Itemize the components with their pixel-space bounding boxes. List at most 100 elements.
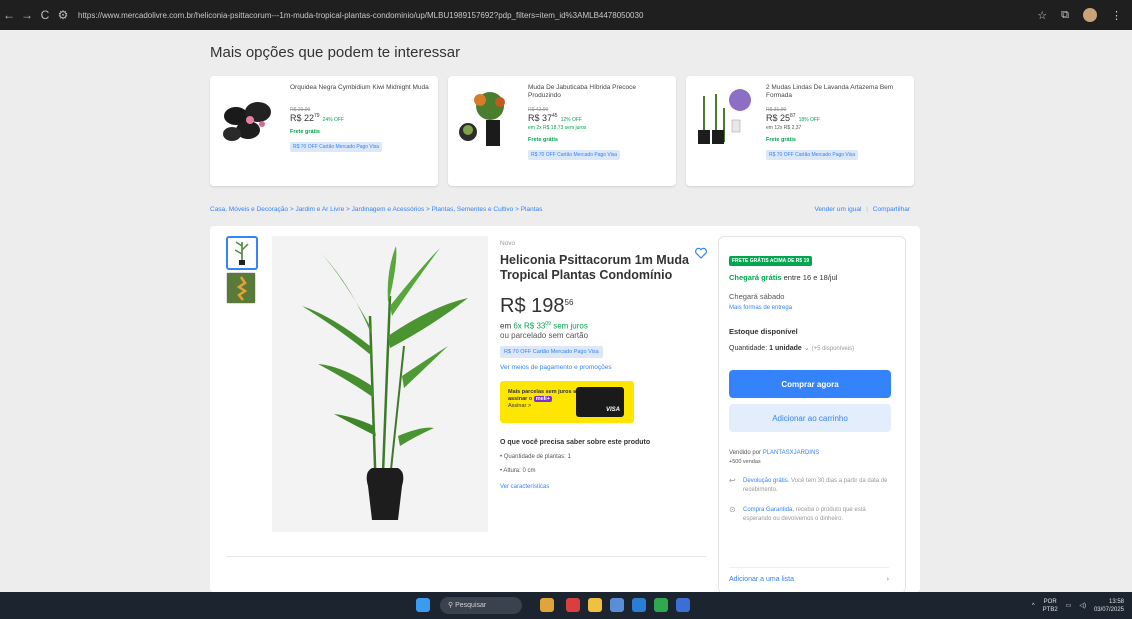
divider [226,556,706,557]
section-title: Mais opções que podem te interessar [210,44,461,61]
returns-policy: ↩ Devolução grátis. Você tem 30 dias a p… [729,476,895,494]
site-info-icon[interactable]: ⚙ [54,8,72,22]
rec-discount: 12% OFF [560,117,582,123]
language-indicator[interactable]: POR PTB2 [1043,598,1058,614]
rec-price-value: R$ 22 [290,113,315,123]
rec-title: 2 Mudas Lindas De Lavanda Artazema Bem F… [766,84,894,99]
characteristics-link[interactable]: Ver características [500,484,710,490]
app-icon-2[interactable] [676,598,690,612]
buy-now-button[interactable]: Comprar agora [729,370,891,398]
rec-price-cents: 45 [552,113,558,119]
quantity-label: Quantidade: [729,345,768,352]
jabuticaba-image [456,86,516,150]
banner-link[interactable]: Assinar > [508,403,531,409]
favorite-heart-icon[interactable] [694,246,708,260]
breadcrumb-actions: Vender um igual | Compartilhar [814,206,910,213]
time: 13:58 [1108,598,1124,605]
app-icon[interactable] [610,598,624,612]
rec-promo: R$ 70 OFF Cartão Mercado Pago Visa [290,142,383,152]
address-bar[interactable]: https://www.mercadolivre.com.br/heliconi… [78,11,798,20]
seller-link[interactable]: PLANTASXJARDINS [763,450,820,456]
orchid-image [218,86,278,150]
rec-price-value: R$ 25 [766,113,791,123]
product-image[interactable] [272,236,488,532]
clock[interactable]: 13:58 03/07/2025 [1094,598,1124,614]
rec-price-value: R$ 37 [528,113,553,123]
arrival-info: Chegará grátis entre 16 e 18/jul [729,273,895,282]
meli-plus-banner[interactable]: Mais parcelas sem juros ao assinar o mel… [500,380,634,423]
free-shipping-badge: FRETE GRÁTIS ACIMA DE R$ 19 [729,256,813,266]
card-promo[interactable]: R$ 70 OFF Cartão Mercado Pago Visa [500,345,603,358]
stock-label: Estoque disponível [729,327,798,336]
chrome-icon[interactable] [566,598,580,612]
sales-count: +500 vendas [729,459,761,465]
extensions-icon[interactable]: ⧉ [1061,9,1069,22]
profile-avatar[interactable] [1083,8,1097,22]
rec-shipping: Frete grátis [766,137,796,143]
reload-icon[interactable]: C [36,8,54,22]
store-icon[interactable] [632,598,646,612]
add-to-list[interactable]: Adicionar a uma lista › [729,567,889,583]
bookmark-star-icon[interactable]: ☆ [1037,9,1047,22]
rec-installment: em 12x R$ 2,37 [766,125,802,131]
arrival-saturday: Chegará sábado [729,292,785,301]
condition-label: Novo [500,240,516,247]
rec-price-cents: 87 [790,113,796,119]
rec-title: Orquidea Negra Cymbidium Kiwi Midnight M… [290,84,429,91]
installment-cents: 09 [545,321,551,327]
browser-toolbar: ← → C ⚙ https://www.mercadolivre.com.br/… [0,0,1132,30]
sell-similar-link[interactable]: Vender um igual [814,206,861,213]
keyboard-layout: PTB2 [1042,606,1058,613]
returns-link[interactable]: Devolução grátis. [743,478,789,484]
bullet-height: • Altura: 0 cm [500,467,536,474]
installment-prefix: em [500,321,512,331]
back-icon[interactable]: ← [0,8,18,22]
date: 03/07/2025 [1093,606,1124,613]
recommendation-card[interactable]: 2 Mudas Lindas De Lavanda Artazema Bem F… [686,76,914,186]
quantity-selector[interactable]: Quantidade: 1 unidade ⌄ (+5 disponíveis) [729,344,895,352]
guarantee-link[interactable]: Compra Garantida, [743,507,794,513]
product-title: Heliconia Psittacorum 1m Muda Tropical P… [500,253,689,282]
forward-icon[interactable]: → [18,8,36,22]
rec-promo: R$ 70 OFF Cartão Mercado Pago Visa [528,150,621,160]
payment-methods-link[interactable]: Ver meios de pagamento e promoções [500,364,710,371]
recommendation-card[interactable]: Orquidea Negra Cymbidium Kiwi Midnight M… [210,76,438,186]
volume-icon[interactable]: ◁) [1079,602,1086,609]
banner-text: Mais parcelas sem juros ao assinar o mel… [508,389,580,410]
rec-discount: 18% OFF [798,117,820,123]
add-to-cart-button[interactable]: Adicionar ao carrinho [729,404,891,432]
more-delivery-link[interactable]: Mais formas de entrega [729,305,895,311]
visa-card-image: VISA [576,386,624,417]
product-info: Novo Heliconia Psittacorum 1m Muda Tropi… [500,240,710,490]
buy-box: FRETE GRÁTIS ACIMA DE R$ 19 Chegará grát… [718,236,906,594]
whatsapp-icon[interactable] [654,598,668,612]
search-icon: ⚲ [448,602,454,609]
rec-price: R$ 258718% OFF [766,113,908,123]
guarantee-policy: ⊙ Compra Garantida, receba o produto que… [729,505,895,523]
installment-alt: ou parcelado sem cartão [500,330,589,340]
rec-price: R$ 227924% OFF [290,113,432,123]
know-title: O que você precisa saber sobre este prod… [500,438,651,446]
widget-icon[interactable] [540,598,554,612]
recommendation-card[interactable]: Muda De Jabuticaba Híbrida Precoce Produ… [448,76,676,186]
seller-info: Vendido por PLANTASXJARDINS [729,450,895,456]
taskbar-search-label: Pesquisar [455,602,487,609]
rec-promo: R$ 70 OFF Cartão Mercado Pago Visa [766,150,859,160]
heliconia-plant-image [272,236,488,532]
rec-title: Muda De Jabuticaba Híbrida Precoce Produ… [528,84,637,99]
windows-start-icon[interactable] [416,598,430,612]
share-link[interactable]: Compartilhar [873,206,910,213]
windows-taskbar: ⚲ Pesquisar ^ POR PTB2 ▭ ◁) 13:58 03/07/20… [0,592,1132,619]
chevron-right-icon: › [886,576,889,583]
browser-menu-icon[interactable]: ⋮ [1111,9,1122,22]
quantity-available: (+5 disponíveis) [811,346,855,352]
file-explorer-icon[interactable] [588,598,602,612]
chevron-up-icon[interactable]: ^ [1032,603,1035,609]
meli-plus-badge: meli+ [533,395,552,402]
thumbnail-2[interactable] [226,272,256,304]
taskbar-search[interactable]: ⚲ Pesquisar [440,597,522,614]
bullet-quantity: • Quantidade de plantas: 1 [500,453,571,460]
network-icon[interactable]: ▭ [1066,602,1072,609]
breadcrumb[interactable]: Casa, Móveis e Decoração > Jardim e Ar L… [210,206,542,213]
thumbnail-1[interactable] [226,236,258,270]
